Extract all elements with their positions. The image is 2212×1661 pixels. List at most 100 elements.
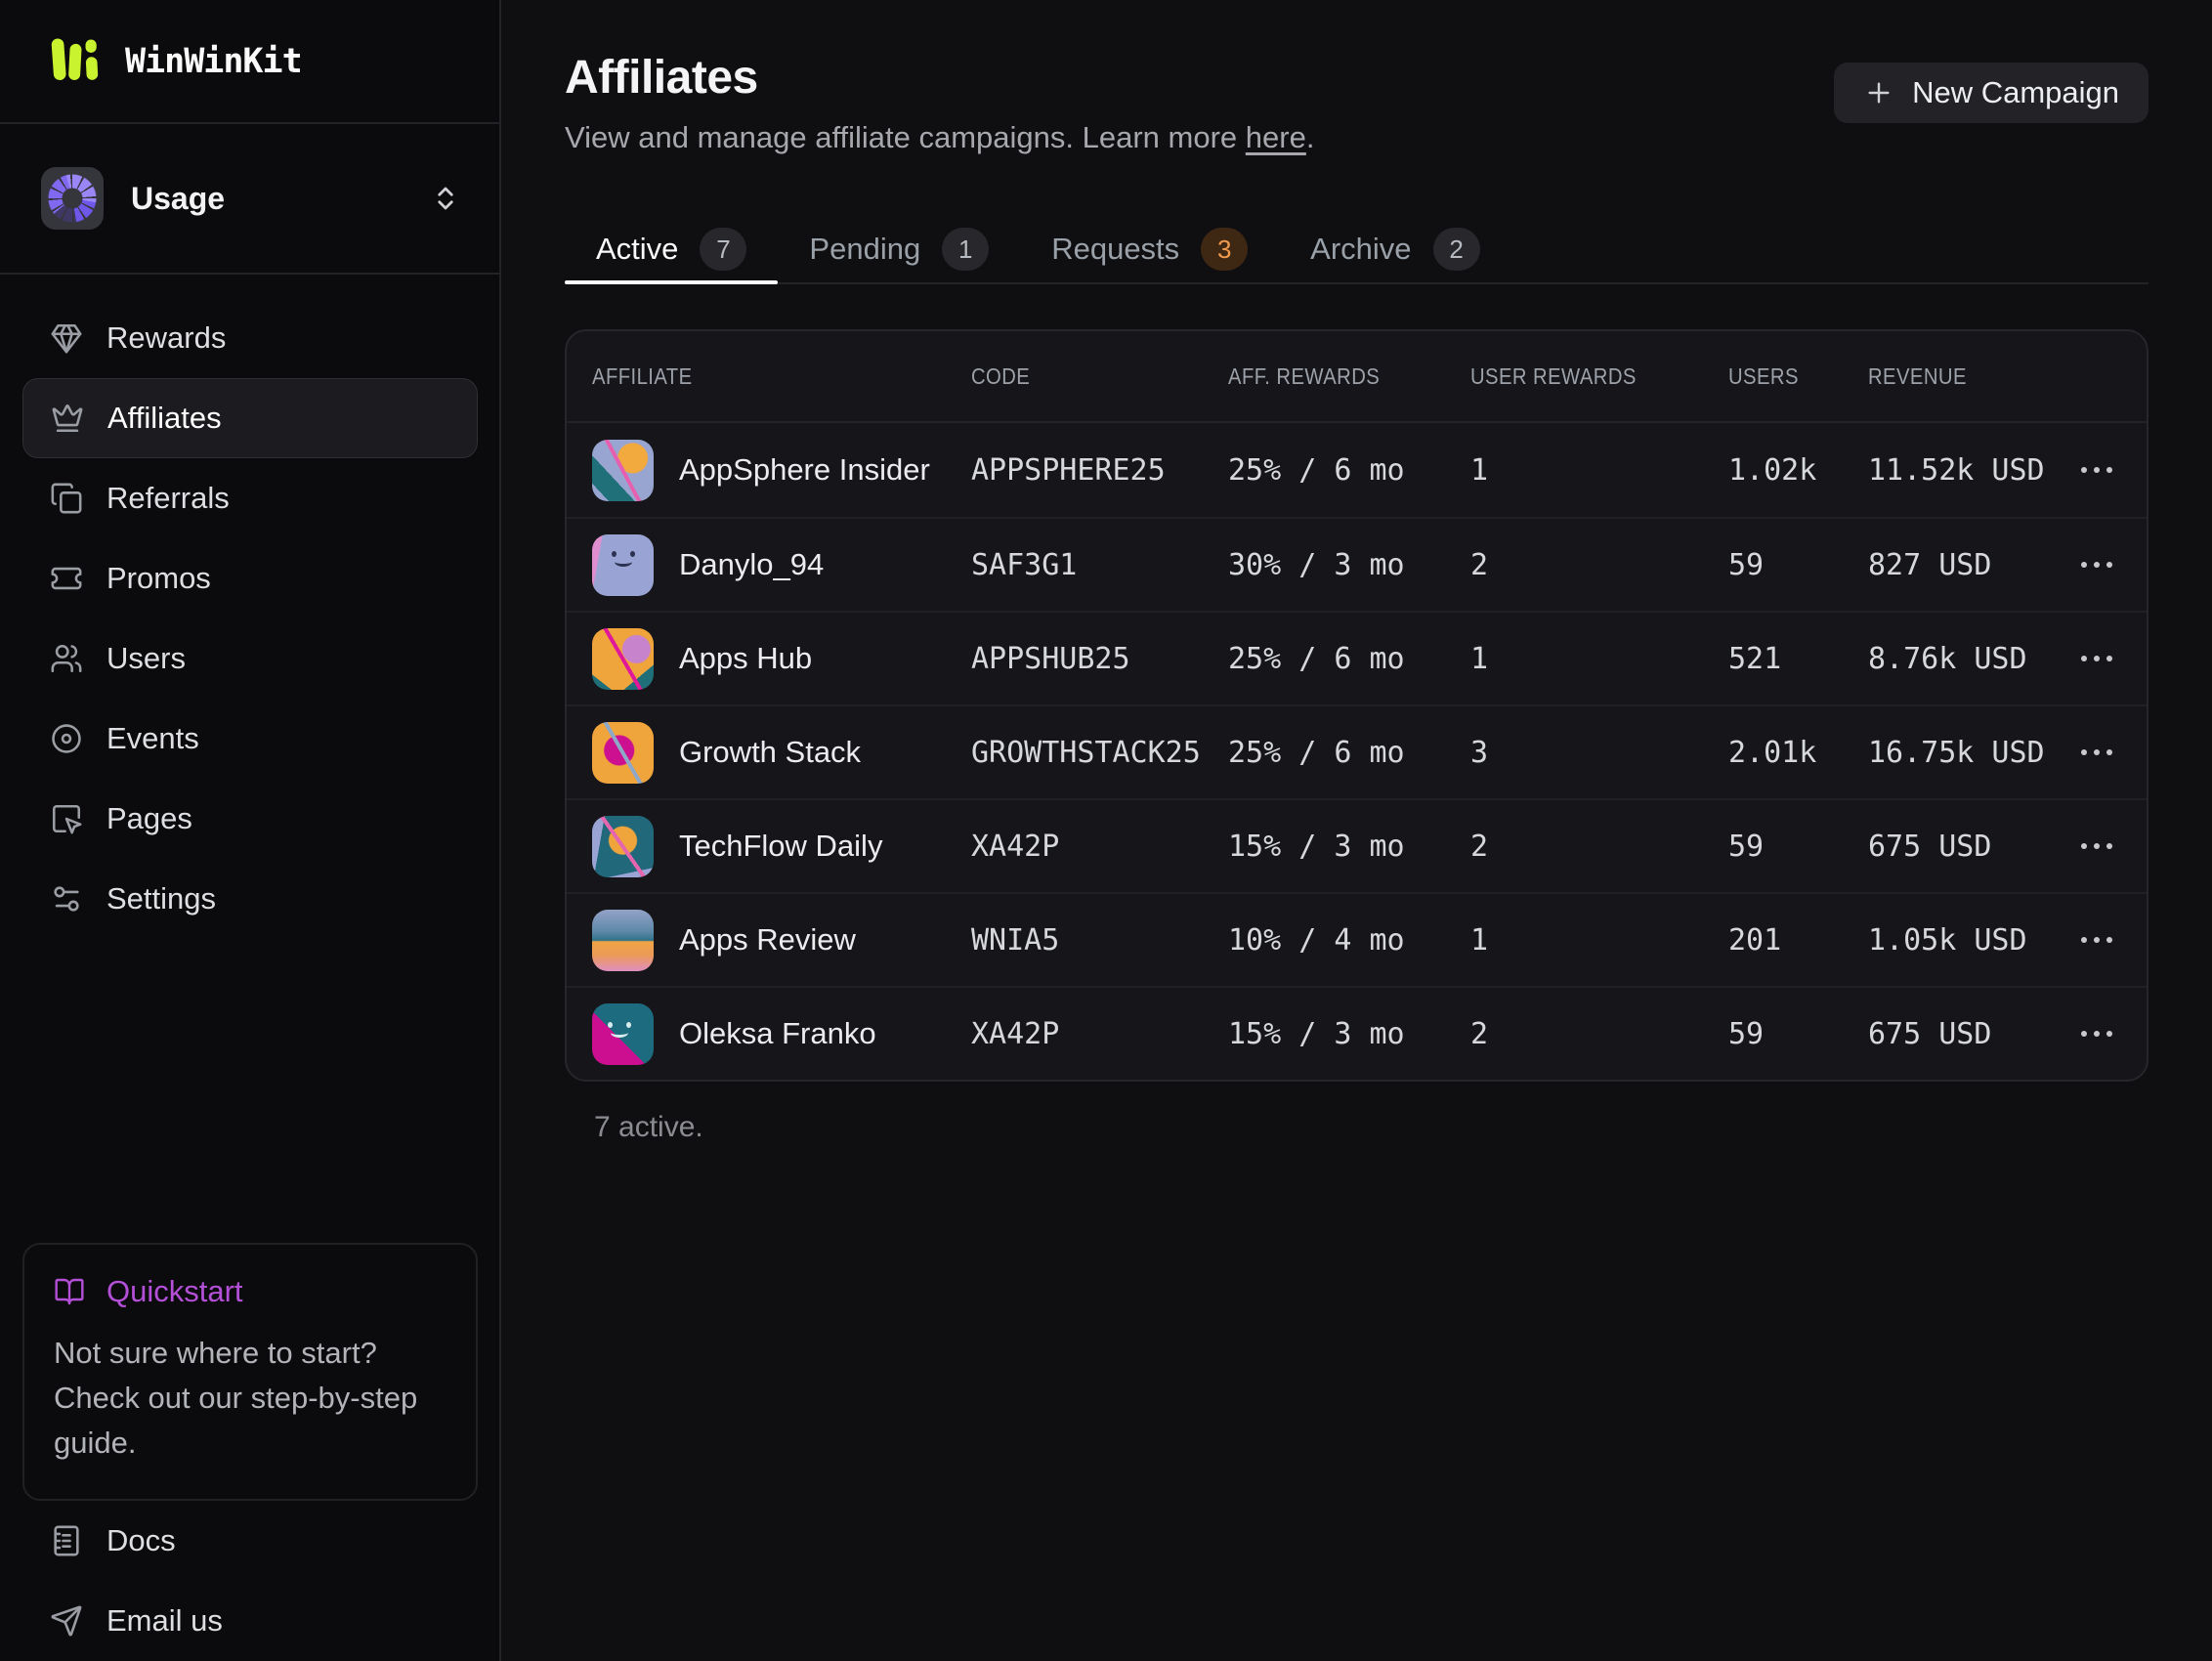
ticket-icon — [50, 562, 83, 595]
row-menu-button[interactable] — [2070, 538, 2123, 591]
smiley-face — [608, 551, 639, 571]
sidebar-item-label: Events — [106, 721, 199, 756]
user-rewards: 1 — [1470, 642, 1728, 676]
aff-rewards: 15% / 3 mo — [1228, 1017, 1470, 1051]
column-header: USER REWARDS — [1470, 363, 1697, 390]
new-campaign-label: New Campaign — [1912, 75, 2119, 110]
affiliate-name: AppSphere Insider — [679, 452, 930, 488]
table-row[interactable]: AppSphere Insider APPSPHERE25 25% / 6 mo… — [567, 423, 2147, 517]
affiliate-code: SAF3G1 — [971, 548, 1228, 582]
avatar — [592, 440, 654, 501]
tab-label: Active — [596, 232, 678, 267]
row-menu-button[interactable] — [2070, 820, 2123, 873]
tab-pending[interactable]: Pending 1 — [778, 216, 1020, 282]
aff-rewards: 15% / 3 mo — [1228, 830, 1470, 864]
table-row[interactable]: Danylo_94 SAF3G1 30% / 3 mo 2 59 827 USD — [567, 517, 2147, 611]
affiliate-name: Growth Stack — [679, 735, 861, 770]
table-row[interactable]: Apps Review WNIA5 10% / 4 mo 1 201 1.05k… — [567, 892, 2147, 986]
row-menu-button[interactable] — [2070, 632, 2123, 685]
column-header: USERS — [1728, 363, 1851, 390]
users-count: 59 — [1728, 548, 1868, 582]
count-badge: 2 — [1433, 228, 1480, 271]
avatar — [592, 1003, 654, 1065]
users-icon — [50, 642, 83, 675]
table-row[interactable]: Oleksa Franko XA42P 15% / 3 mo 2 59 675 … — [567, 986, 2147, 1080]
quickstart-body: Not sure where to start? Check out our s… — [54, 1331, 447, 1466]
sidebar-item-events[interactable]: Events — [22, 699, 478, 779]
sidebar-item-promos[interactable]: Promos — [22, 538, 478, 618]
sidebar-nav: Rewards Affiliates Referrals Promos User… — [0, 275, 499, 939]
users-count: 59 — [1728, 830, 1868, 864]
users-count: 2.01k — [1728, 736, 1868, 770]
row-menu-button[interactable] — [2070, 444, 2123, 496]
main-content: Affiliates View and manage affiliate cam… — [501, 0, 2212, 1661]
table-row[interactable]: Apps Hub APPSHUB25 25% / 6 mo 1 521 8.76… — [567, 611, 2147, 704]
tab-archive[interactable]: Archive 2 — [1279, 216, 1510, 282]
sidebar-item-referrals[interactable]: Referrals — [22, 458, 478, 538]
aff-rewards: 25% / 6 mo — [1228, 736, 1470, 770]
users-count: 521 — [1728, 642, 1868, 676]
count-badge-orange: 3 — [1201, 228, 1248, 271]
affiliate-name: Oleksa Franko — [679, 1016, 876, 1051]
learn-more-link[interactable]: here — [1246, 120, 1306, 154]
row-menu-button[interactable] — [2070, 914, 2123, 966]
table-header-row: AFFILIATE CODE AFF. REWARDS USER REWARDS… — [567, 331, 2147, 423]
sidebar-item-label: Settings — [106, 881, 216, 916]
revenue: 11.52k USD — [1868, 453, 2061, 488]
column-header: AFF. REWARDS — [1228, 363, 1441, 390]
new-campaign-button[interactable]: New Campaign — [1834, 63, 2148, 123]
tab-label: Requests — [1051, 232, 1179, 267]
avatar — [592, 628, 654, 690]
tab-requests[interactable]: Requests 3 — [1020, 216, 1279, 282]
sidebar-item-pages[interactable]: Pages — [22, 779, 478, 859]
sidebar-item-label: Users — [106, 641, 186, 676]
column-header: REVENUE — [1868, 363, 2037, 390]
aff-rewards: 25% / 6 mo — [1228, 453, 1470, 488]
table-row[interactable]: TechFlow Daily XA42P 15% / 3 mo 2 59 675… — [567, 798, 2147, 892]
tab-active[interactable]: Active 7 — [565, 216, 778, 282]
sidebar-item-settings[interactable]: Settings — [22, 859, 478, 939]
crown-icon — [51, 402, 84, 435]
affiliate-name: Danylo_94 — [679, 547, 824, 582]
revenue: 675 USD — [1868, 830, 2061, 864]
sidebar-item-label: Referrals — [106, 481, 230, 516]
project-name: Usage — [131, 181, 225, 217]
table-footer-count: 7 active. — [594, 1111, 2148, 1144]
affiliate-name: Apps Hub — [679, 641, 812, 676]
book-open-icon — [54, 1276, 85, 1307]
aff-rewards: 25% / 6 mo — [1228, 642, 1470, 676]
count-badge: 7 — [700, 228, 746, 271]
affiliate-code: APPSPHERE25 — [971, 453, 1228, 488]
project-switcher[interactable]: Usage — [0, 124, 499, 275]
sidebar-item-docs[interactable]: Docs — [0, 1501, 499, 1581]
user-rewards: 1 — [1470, 923, 1728, 958]
row-menu-button[interactable] — [2070, 1007, 2123, 1060]
page-subtitle: View and manage affiliate campaigns. Lea… — [565, 120, 2148, 155]
aff-rewards: 30% / 3 mo — [1228, 548, 1470, 582]
revenue: 827 USD — [1868, 548, 2061, 582]
affiliates-table: AFFILIATE CODE AFF. REWARDS USER REWARDS… — [565, 329, 2148, 1082]
tab-label: Pending — [809, 232, 920, 267]
affiliate-code: XA42P — [971, 830, 1228, 864]
sidebar-item-users[interactable]: Users — [22, 618, 478, 699]
user-rewards: 2 — [1470, 548, 1728, 582]
sidebar-item-email-us[interactable]: Email us — [0, 1581, 499, 1661]
sidebar-item-label: Rewards — [106, 320, 226, 356]
send-icon — [50, 1604, 83, 1638]
subtitle-text: View and manage affiliate campaigns. Lea… — [565, 120, 1246, 154]
sidebar-item-rewards[interactable]: Rewards — [22, 298, 478, 378]
revenue: 16.75k USD — [1868, 736, 2061, 770]
user-rewards: 1 — [1470, 453, 1728, 488]
disc-icon — [50, 722, 83, 755]
smiley-face — [604, 1022, 635, 1042]
brand: WinWinKit — [0, 0, 499, 124]
affiliate-code: GROWTHSTACK25 — [971, 736, 1228, 770]
sidebar-item-label: Affiliates — [107, 401, 222, 436]
sidebar-item-label: Docs — [106, 1523, 176, 1558]
users-count: 1.02k — [1728, 453, 1868, 488]
table-row[interactable]: Growth Stack GROWTHSTACK25 25% / 6 mo 3 … — [567, 704, 2147, 798]
sidebar-item-affiliates[interactable]: Affiliates — [22, 378, 478, 458]
column-header: CODE — [971, 363, 1197, 390]
row-menu-button[interactable] — [2070, 726, 2123, 779]
quickstart-card[interactable]: Quickstart Not sure where to start? Chec… — [22, 1243, 478, 1501]
